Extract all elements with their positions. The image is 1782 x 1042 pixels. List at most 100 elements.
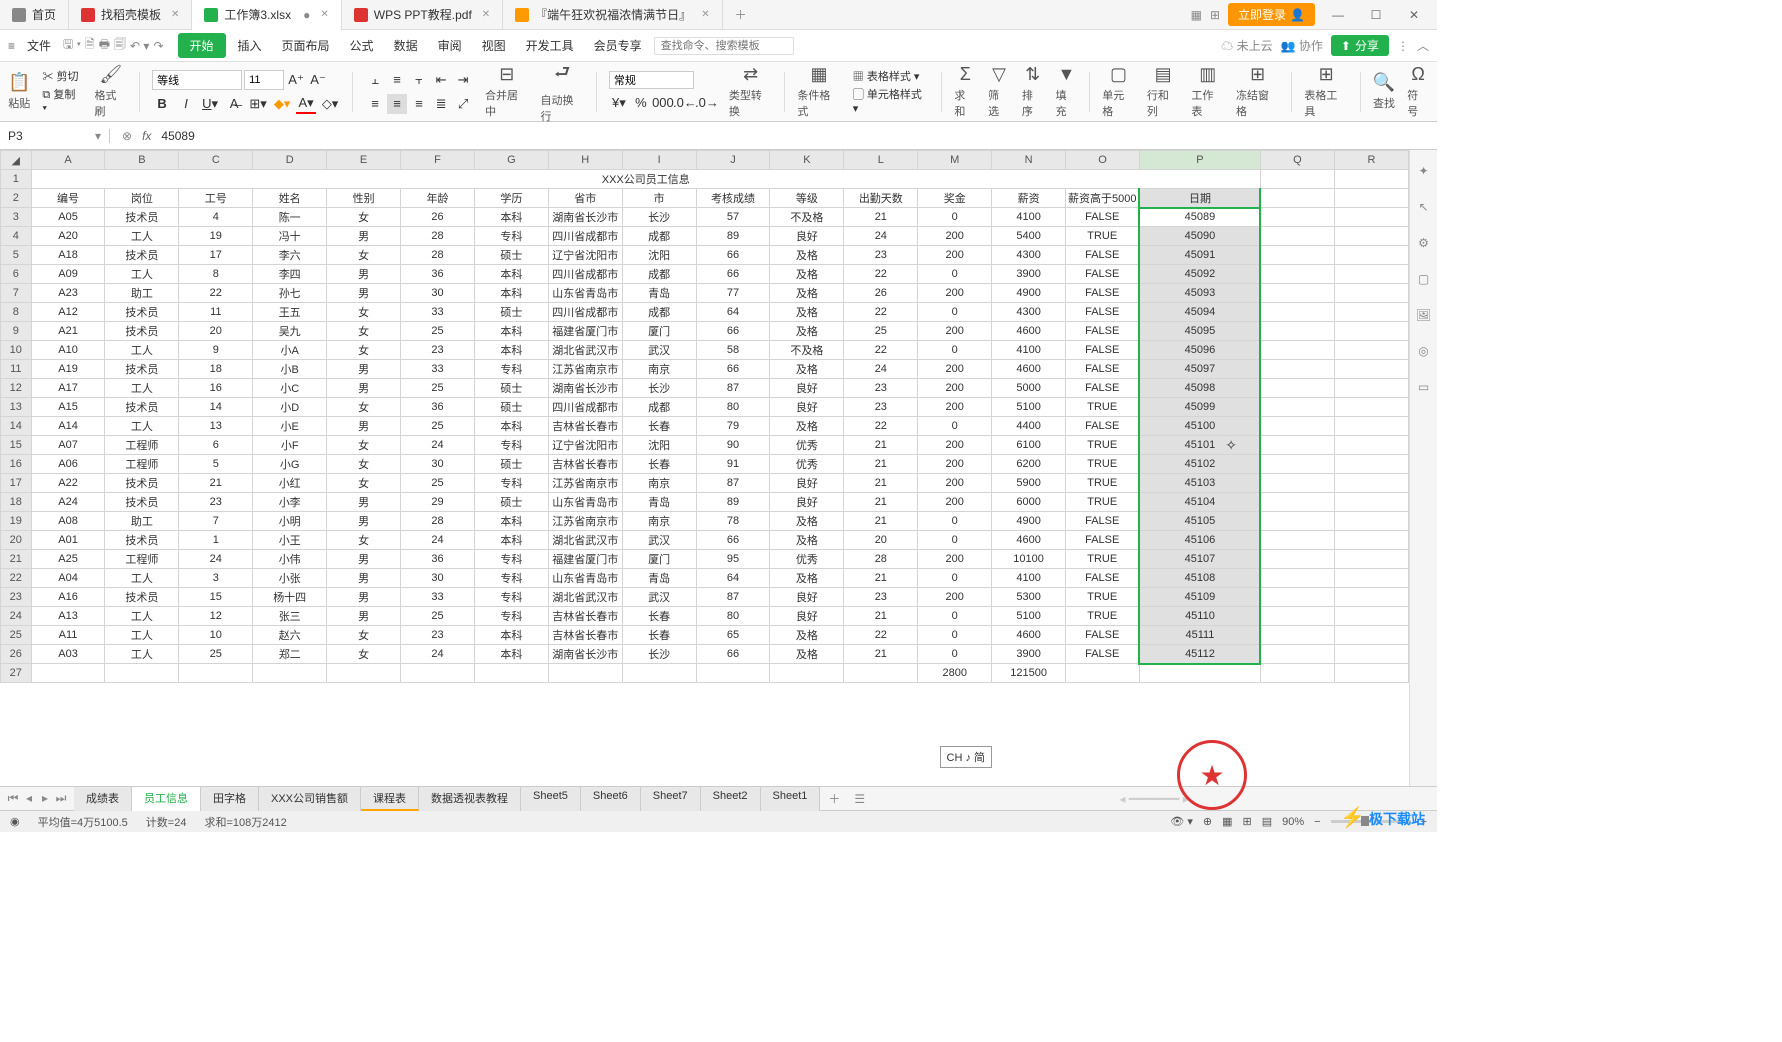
command-search[interactable] — [654, 37, 794, 55]
maximize-button[interactable]: ☐ — [1361, 4, 1391, 26]
apps-icon[interactable]: ⊞ — [1210, 8, 1220, 22]
fill-button[interactable]: ▼填充 — [1056, 64, 1078, 119]
data-cell[interactable]: 本科 — [474, 645, 548, 664]
data-cell[interactable]: 本科 — [474, 512, 548, 531]
row-header[interactable]: 27 — [1, 664, 32, 683]
data-cell[interactable]: FALSE — [1066, 569, 1140, 588]
hamburger-icon[interactable]: ≡ — [8, 39, 15, 53]
data-cell[interactable]: 58 — [696, 341, 770, 360]
data-cell[interactable]: 小F — [253, 436, 327, 455]
decimal-dec-icon[interactable]: .0→ — [697, 93, 717, 113]
data-cell[interactable]: 技术员 — [105, 246, 179, 265]
menu-tab[interactable]: 公式 — [342, 33, 382, 58]
sheet-tab[interactable]: 田字格 — [201, 787, 259, 811]
data-cell[interactable]: A17 — [31, 379, 105, 398]
data-cell[interactable]: 本科 — [474, 531, 548, 550]
data-cell[interactable]: 0 — [918, 303, 992, 322]
data-cell[interactable]: 小李 — [253, 493, 327, 512]
view-break-icon[interactable]: ▤ — [1262, 815, 1272, 828]
data-cell[interactable]: 23 — [844, 398, 918, 417]
data-cell[interactable]: 湖北省武汉市 — [548, 341, 622, 360]
data-cell[interactable]: 4600 — [992, 360, 1066, 379]
data-cell[interactable]: 21 — [179, 474, 253, 493]
align-left-icon[interactable]: ≡ — [365, 94, 385, 114]
data-cell[interactable]: 0 — [918, 265, 992, 284]
data-cell[interactable]: 2800 — [918, 664, 992, 683]
cursor-icon[interactable]: ↖ — [1415, 198, 1433, 216]
data-cell[interactable]: 25 — [401, 474, 475, 493]
data-cell[interactable]: 南京 — [622, 360, 696, 379]
row-header[interactable]: 11 — [1, 360, 32, 379]
titlebar-tab[interactable]: 工作簿3.xlsx●✕ — [192, 0, 341, 30]
data-cell[interactable]: 良好 — [770, 227, 844, 246]
row-header[interactable]: 16 — [1, 455, 32, 474]
data-cell[interactable]: 小伟 — [253, 550, 327, 569]
data-cell[interactable]: 66 — [696, 265, 770, 284]
data-cell[interactable]: 技术员 — [105, 531, 179, 550]
data-cell[interactable]: 女 — [327, 436, 401, 455]
row-header[interactable]: 3 — [1, 208, 32, 227]
row-header[interactable]: 10 — [1, 341, 32, 360]
data-cell[interactable]: 工人 — [105, 607, 179, 626]
data-cell[interactable]: 辽宁省沈阳市 — [548, 436, 622, 455]
font-color-button[interactable]: A▾ — [296, 94, 316, 114]
data-cell[interactable]: 青岛 — [622, 284, 696, 303]
data-cell[interactable]: 厦门 — [622, 322, 696, 341]
data-cell[interactable]: TRUE — [1066, 550, 1140, 569]
data-cell[interactable]: A08 — [31, 512, 105, 531]
table-header-cell[interactable]: 市 — [622, 189, 696, 208]
data-cell[interactable]: 武汉 — [622, 588, 696, 607]
data-cell[interactable]: 女 — [327, 398, 401, 417]
sparkle-icon[interactable]: ✦ — [1415, 162, 1433, 180]
data-cell[interactable]: 25 — [401, 417, 475, 436]
number-format-select[interactable] — [609, 71, 694, 89]
column-header[interactable]: Q — [1260, 151, 1334, 170]
data-cell[interactable]: 33 — [401, 360, 475, 379]
data-cell[interactable]: 26 — [401, 208, 475, 227]
data-cell[interactable]: 11 — [179, 303, 253, 322]
data-cell[interactable]: 及格 — [770, 645, 844, 664]
data-cell[interactable]: 66 — [696, 246, 770, 265]
rows-cols-button[interactable]: ▤行和列 — [1147, 64, 1180, 119]
comma-icon[interactable]: 000 — [653, 93, 673, 113]
sheet-tab[interactable]: XXX公司销售额 — [259, 787, 361, 811]
percent-icon[interactable]: % — [631, 93, 651, 113]
spreadsheet-grid[interactable]: ◢ABCDEFGHIJKLMNOPQR1XXX公司员工信息2编号岗位工号姓名性别… — [0, 150, 1409, 683]
data-cell[interactable]: 3900 — [992, 265, 1066, 284]
data-cell[interactable]: 24 — [844, 360, 918, 379]
data-cell[interactable]: 12 — [179, 607, 253, 626]
menu-tab[interactable]: 页面布局 — [274, 33, 338, 58]
titlebar-tab[interactable]: 找稻壳模板✕ — [69, 0, 192, 30]
data-cell[interactable]: FALSE — [1066, 284, 1140, 303]
data-cell[interactable]: 45111 — [1139, 626, 1260, 645]
data-cell[interactable]: 45089 — [1139, 208, 1260, 227]
row-header[interactable]: 18 — [1, 493, 32, 512]
align-center-icon[interactable]: ≡ — [387, 94, 407, 114]
data-cell[interactable]: 45098 — [1139, 379, 1260, 398]
data-cell[interactable]: 沈阳 — [622, 246, 696, 265]
data-cell[interactable]: 0 — [918, 512, 992, 531]
first-sheet-icon[interactable]: ⏮ — [6, 791, 20, 806]
data-cell[interactable]: 23 — [401, 626, 475, 645]
table-header-cell[interactable]: 日期 — [1139, 189, 1260, 208]
sheet-tab[interactable]: Sheet1 — [761, 787, 821, 811]
view-page-icon[interactable]: ⊞ — [1242, 815, 1251, 828]
table-header-cell[interactable]: 薪资高于5000 — [1066, 189, 1140, 208]
data-cell[interactable]: 45103 — [1139, 474, 1260, 493]
data-cell[interactable]: 28 — [401, 246, 475, 265]
data-cell[interactable]: 45092 — [1139, 265, 1260, 284]
close-tab-icon[interactable]: ✕ — [482, 9, 490, 20]
next-sheet-icon[interactable]: ▸ — [38, 791, 52, 806]
titlebar-tab[interactable]: 首页 — [0, 0, 69, 30]
data-cell[interactable]: 本科 — [474, 626, 548, 645]
data-cell[interactable]: 45100 — [1139, 417, 1260, 436]
data-cell[interactable]: 湖南省长沙市 — [548, 208, 622, 227]
border-button[interactable]: ⊞▾ — [248, 94, 268, 114]
data-cell[interactable]: FALSE — [1066, 208, 1140, 227]
data-cell[interactable]: 成都 — [622, 303, 696, 322]
data-cell[interactable]: FALSE — [1066, 246, 1140, 265]
data-cell[interactable]: 工人 — [105, 341, 179, 360]
data-cell[interactable]: 36 — [401, 265, 475, 284]
data-cell[interactable]: 张三 — [253, 607, 327, 626]
data-cell[interactable]: 21 — [844, 493, 918, 512]
